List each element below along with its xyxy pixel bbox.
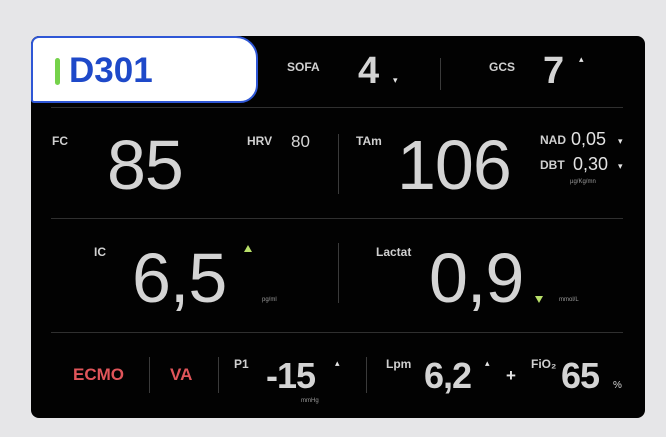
- dbt-label: DBT: [540, 158, 565, 172]
- divider: [338, 134, 339, 194]
- fio2-label: FiO₂: [531, 357, 557, 371]
- divider: [440, 58, 441, 90]
- plus-sign: +: [506, 366, 516, 385]
- va-label: VA: [170, 365, 193, 384]
- fio2-unit: %: [613, 380, 622, 391]
- status-bar-icon: [55, 58, 60, 85]
- trend-up-icon: ▴: [485, 358, 490, 368]
- trend-up-icon: ▴: [335, 358, 340, 368]
- gcs-value: 7: [543, 50, 564, 92]
- nad-value: 0,05: [571, 129, 607, 149]
- lpm-label: Lpm: [386, 357, 412, 371]
- lactat-value: 0,9: [429, 239, 524, 317]
- ic-unit: pg/ml: [262, 297, 277, 303]
- trend-up-icon: ▴: [579, 54, 584, 64]
- ic-value: 6,5: [132, 239, 227, 317]
- monitor-panel: D301 SOFA 4 ▾ GCS 7 ▴ FC 85 HRV 80 TAm 1…: [31, 36, 645, 418]
- p1-unit: mmHg: [301, 398, 319, 404]
- tam-label: TAm: [356, 134, 382, 148]
- divider: [51, 332, 623, 333]
- dbt-value: 0,30: [573, 154, 609, 174]
- divider: [218, 357, 219, 393]
- sofa-label: SOFA: [287, 60, 320, 74]
- divider: [51, 107, 623, 108]
- gcs-label: GCS: [489, 60, 516, 74]
- nad-label: NAD: [540, 133, 566, 147]
- divider: [338, 243, 339, 303]
- trend-down-icon: [535, 296, 543, 303]
- hrv-label: HRV: [247, 134, 273, 148]
- fc-value: 85: [107, 126, 184, 204]
- lactat-unit: mmol/L: [559, 297, 579, 303]
- divider: [149, 357, 150, 393]
- ic-label: IC: [94, 245, 106, 259]
- lactat-label: Lactat: [376, 245, 412, 259]
- room-tab[interactable]: D301: [31, 36, 258, 103]
- trend-down-icon: ▾: [393, 75, 398, 85]
- room-id: D301: [69, 51, 153, 90]
- tam-value: 106: [397, 126, 512, 204]
- sofa-value: 4: [358, 50, 379, 92]
- divider: [51, 218, 623, 219]
- trend-down-icon: ▾: [618, 136, 623, 146]
- trend-up-icon: [244, 245, 252, 252]
- hrv-value: 80: [291, 132, 310, 151]
- fc-label: FC: [52, 134, 68, 148]
- trend-down-icon: ▾: [618, 161, 623, 171]
- fio2-value: 65: [561, 355, 600, 396]
- p1-label: P1: [234, 357, 249, 371]
- ecmo-label: ECMO: [73, 365, 124, 384]
- drug-unit: µg/Kg/mn: [570, 179, 596, 185]
- lpm-value: 6,2: [424, 355, 472, 396]
- p1-value: -15: [266, 355, 316, 396]
- divider: [366, 357, 367, 393]
